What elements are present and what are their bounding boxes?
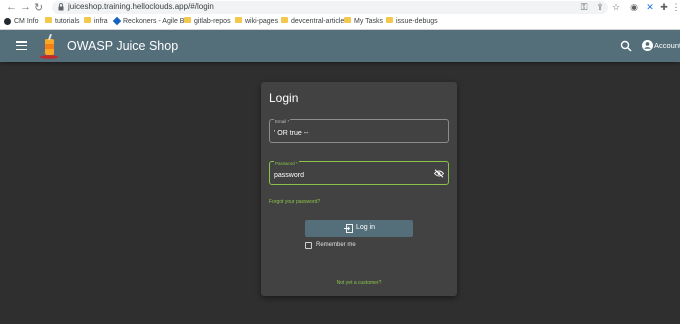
bookmark-item[interactable]: issue-debugs <box>386 16 438 28</box>
remember-me-label: Remember me <box>316 242 356 248</box>
account-circle-icon <box>642 40 653 51</box>
folder-icon <box>344 17 351 24</box>
app-title[interactable]: OWASP Juice Shop <box>67 39 178 53</box>
share-icon[interactable]: ⇪ <box>595 2 605 12</box>
folder-icon <box>281 17 288 24</box>
password-field[interactable]: Password * <box>269 161 449 185</box>
puzzle-icon[interactable]: ✚ <box>659 2 669 12</box>
password-input[interactable] <box>274 172 424 179</box>
bookmark-item[interactable]: devcentral-articles <box>281 16 348 28</box>
diamond-icon <box>112 16 122 26</box>
bookmark-item[interactable]: Reckoners - Agile B... <box>112 16 191 28</box>
login-icon <box>344 224 353 233</box>
bookmark-item[interactable]: wiki-pages <box>235 16 278 28</box>
bookmarks-bar: CM Info tutorials infra Reckoners - Agil… <box>0 15 680 29</box>
login-title: Login <box>269 91 299 105</box>
url-text: juiceshop.training.helloclouds.app/#/log… <box>68 2 214 11</box>
account-label: Account <box>654 41 680 50</box>
github-icon <box>4 17 11 25</box>
remember-me-checkbox[interactable] <box>305 242 312 249</box>
bookmark-item[interactable]: My Tasks <box>344 16 383 28</box>
reload-icon[interactable]: ↻ <box>34 1 43 14</box>
back-arrow-icon[interactable]: ← <box>6 1 17 13</box>
email-input[interactable] <box>274 130 424 137</box>
folder-icon <box>184 17 191 24</box>
bookmark-label: wiki-pages <box>245 18 279 25</box>
address-bar[interactable]: juiceshop.training.helloclouds.app/#/log… <box>52 1 608 14</box>
forward-arrow-icon[interactable]: → <box>20 1 31 13</box>
login-button-label: Log in <box>356 224 376 231</box>
bookmark-label: Reckoners - Agile B... <box>123 18 191 25</box>
login-button[interactable]: Log in <box>305 220 413 237</box>
folder-icon <box>235 17 242 24</box>
bookmark-label: devcentral-articles <box>291 18 348 25</box>
bookmark-item[interactable]: tutorials <box>45 16 80 28</box>
lock-icon <box>58 3 64 11</box>
star-icon[interactable]: ☆ <box>611 2 621 12</box>
bookmark-label: infra <box>94 18 108 25</box>
folder-icon <box>84 17 91 24</box>
search-icon[interactable] <box>620 40 632 52</box>
bookmark-item[interactable]: infra <box>84 16 108 28</box>
email-label: Email * <box>274 119 291 124</box>
juice-shop-logo[interactable] <box>37 33 63 59</box>
login-card: Login Email * Password * Forgot your pas… <box>261 82 457 296</box>
folder-icon <box>386 17 393 24</box>
extension-x-icon[interactable]: ✕ <box>645 2 655 12</box>
bookmark-label: My Tasks <box>354 18 384 25</box>
bookmark-item[interactable]: gitlab-repos <box>184 16 231 28</box>
forgot-password-link[interactable]: Forgot your password? <box>269 199 320 205</box>
browser-chrome: ← → ↻ juiceshop.training.helloclouds.app… <box>0 0 680 30</box>
bookmark-label: issue-debugs <box>396 18 438 25</box>
folder-icon <box>45 17 52 24</box>
password-label: Password * <box>274 161 299 166</box>
bookmark-label: tutorials <box>55 18 80 25</box>
bookmark-item[interactable]: CM Info <box>4 16 39 28</box>
hamburger-menu-icon[interactable] <box>16 41 27 51</box>
bookmark-label: gitlab-repos <box>194 18 231 25</box>
key-icon[interactable]: ⚿ <box>579 2 589 12</box>
email-field[interactable]: Email * <box>269 119 449 143</box>
extension-circle-icon[interactable]: ◉ <box>629 2 639 12</box>
bookmark-label: CM Info <box>14 18 39 25</box>
visibility-off-icon[interactable] <box>434 169 444 178</box>
more-menu-icon[interactable]: ⋮ <box>671 2 680 12</box>
register-link[interactable]: Not yet a customer? <box>261 280 457 286</box>
